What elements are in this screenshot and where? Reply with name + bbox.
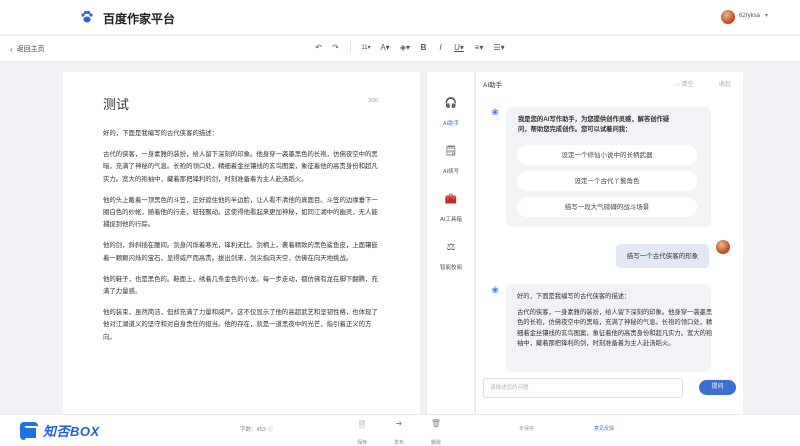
headset-icon: 🎧	[444, 98, 458, 109]
document-editor[interactable]: 测试 2/30 好的，下面是我编写的古代侠客的描述： 古代的侠客，一身素雅的装扮…	[63, 72, 420, 414]
collapse-panel-button[interactable]: 收起	[719, 79, 731, 88]
underline-icon[interactable]: U▾	[451, 43, 467, 52]
reply-paragraph: 好的，下面是我编写的古代侠客的描述：	[517, 293, 631, 300]
font-size-dropdown[interactable]: 11▾	[359, 44, 373, 51]
redo-icon[interactable]: ↷	[329, 43, 342, 52]
editor-toolbar: ‹ 返回主页 ↶ ↷ 11▾ A▾ ◈▾ B I U▾ ≡▾ ☰▾	[0, 36, 800, 62]
bot-avatar-icon: ❀	[491, 285, 499, 295]
back-home-link[interactable]: ‹ 返回主页	[10, 44, 45, 54]
clear-chat-button[interactable]: ⌂ 清空	[676, 79, 693, 88]
bottom-status-bar: 知否BOX 字数：453 ⓘ 🗎 保存 ➔ 发布 🗑 删除 未保存 意见反馈	[0, 414, 800, 446]
suggestion-button[interactable]: 描写一段大气磅礴的战斗场景	[517, 197, 697, 217]
ai-panel-title: AI助手	[483, 82, 503, 89]
question-input[interactable]	[483, 378, 683, 398]
word-count: 字数：453 ⓘ	[240, 427, 273, 433]
document-paragraph: 他的头上戴着一顶黑色的斗笠，正好遮住他的半边脸，让人看不清他的真面目。斗笠的边缘…	[103, 196, 378, 229]
rail-item-label: 智能校阅	[439, 265, 462, 271]
clear-chat-label: 清空	[681, 82, 694, 88]
ai-assistant-panel: AI助手 ⌂ 清空 收起 ❀ 我是您的AI写作助手，为您提供创作灵感，解答创作疑…	[475, 72, 743, 414]
trash-icon: 🗑	[430, 419, 442, 428]
save-label: 保存	[356, 440, 367, 446]
toolbar-divider	[350, 42, 351, 52]
bot-reply-message: 好的，下面是我编写的古代侠客的描述： 古代的侠客，一身素雅的装扮，给人留下深刻的…	[506, 284, 714, 372]
document-body[interactable]: 好的，下面是我编写的古代侠客的描述： 古代的侠客，一身素雅的装扮，给人留下深刻的…	[103, 128, 382, 353]
format-tools: ↶ ↷ 11▾ A▾ ◈▾ B I U▾ ≡▾ ☰▾	[312, 42, 511, 52]
rail-item-ai-toolbox[interactable]: 🧰 AI工具箱	[427, 194, 475, 226]
title-char-counter: 2/30	[368, 98, 378, 104]
rail-item-ai-continue[interactable]: 🗒 AI续写	[427, 146, 475, 178]
reply-paragraph: 古代的侠客，一身素雅的装扮，给人留下深刻的印象。他身穿一袭墨黑色的长袍，仿佛夜空…	[517, 308, 713, 348]
tool-rail: 🎧 AI助手 🗒 AI续写 🧰 AI工具箱 ⚖ 智能校阅	[426, 72, 474, 414]
broom-icon: ⌂	[676, 82, 680, 88]
ask-button[interactable]: 提问	[699, 380, 736, 395]
intro-text: 我是您的AI写作助手，为您提供创作灵感，解答创作疑问，帮助您完成创作。您可以试着…	[518, 116, 670, 133]
brand-text: 知否BOX	[43, 424, 100, 439]
chevron-left-icon: ‹	[10, 44, 13, 54]
document-paragraph: 好的，下面是我编写的古代侠客的描述：	[103, 130, 219, 137]
document-paragraph: 他的装束，虽然简洁，但却充满了力量和威严。这不仅显示了他的高超武艺和坚韧性格，也…	[103, 309, 378, 341]
brand-logo-icon	[20, 421, 38, 440]
document-paragraph: 他的剑，斜斜插在腰间。剑身闪烁着寒光，锋利无比。剑柄上，裹着精致的黑色鲨鱼皮，上…	[103, 242, 378, 262]
font-color-icon[interactable]: A▾	[377, 43, 393, 52]
user-message-avatar	[716, 240, 730, 254]
bot-avatar-icon: ❀	[491, 107, 499, 117]
suggestion-button[interactable]: 设定一个古代丫鬟角色	[517, 171, 697, 191]
align-icon[interactable]: ≡▾	[471, 43, 487, 52]
brand-watermark: 知否BOX	[20, 421, 100, 440]
delete-label: 删除	[430, 440, 441, 446]
list-icon[interactable]: ☰▾	[491, 43, 507, 52]
app-title: 百度作家平台	[103, 12, 176, 26]
highlight-icon[interactable]: ◈▾	[397, 43, 413, 52]
publish-button[interactable]: ➔ 发布	[387, 419, 411, 446]
bot-intro-message: 我是您的AI写作助手，为您提供创作灵感，解答创作疑问，帮助您完成创作。您可以试着…	[506, 107, 711, 227]
document-title[interactable]: 测试	[103, 94, 129, 113]
italic-icon[interactable]: I	[434, 43, 447, 52]
scale-icon: ⚖	[446, 242, 456, 253]
document-icon: 🗎	[358, 420, 366, 429]
user-message: 描写一个古代侠客的形象	[616, 244, 709, 268]
save-status: 未保存	[519, 426, 535, 432]
rail-item-label: AI助手	[442, 121, 460, 127]
chevron-down-icon[interactable]: ▾	[765, 12, 768, 19]
paw-logo-icon	[81, 10, 93, 23]
publish-label: 发布	[393, 440, 404, 446]
notepad-icon: 🗒	[444, 146, 458, 157]
top-header: 百度作家平台 62ryksa ▾	[0, 0, 800, 35]
reply-text: 好的，下面是我编写的古代侠客的描述： 古代的侠客，一身素雅的装扮，给人留下深刻的…	[517, 292, 714, 355]
delete-button[interactable]: 🗑 删除	[424, 419, 448, 446]
back-home-label: 返回主页	[16, 46, 45, 53]
save-button[interactable]: 🗎 保存	[350, 419, 374, 446]
toolbox-icon: 🧰	[444, 194, 458, 205]
rail-item-ai-assistant[interactable]: 🎧 AI助手	[427, 98, 475, 130]
suggestion-button[interactable]: 设定一个修仙小说中的长柄武器	[517, 145, 697, 165]
bold-icon[interactable]: B	[417, 43, 430, 52]
rail-item-proofread[interactable]: ⚖ 智能校阅	[427, 242, 475, 274]
document-paragraph: 古代的侠客，一身素雅的装扮，给人留下深刻的印象。他身穿一袭墨黑色的长袍，仿佛夜空…	[103, 151, 378, 183]
document-paragraph: 他的鞋子，也是黑色的。鞋面上，绣着几条金色的小龙。每一步走动，都仿佛有龙在脚下翻…	[103, 275, 378, 296]
undo-icon[interactable]: ↶	[312, 43, 325, 52]
rail-item-label: AI工具箱	[440, 217, 462, 223]
user-name[interactable]: 62ryksa	[739, 13, 760, 19]
feedback-link[interactable]: 意见反馈	[594, 425, 614, 432]
rail-item-label: AI续写	[442, 169, 460, 175]
user-avatar[interactable]	[721, 10, 735, 24]
arrow-right-icon: ➔	[395, 419, 403, 428]
